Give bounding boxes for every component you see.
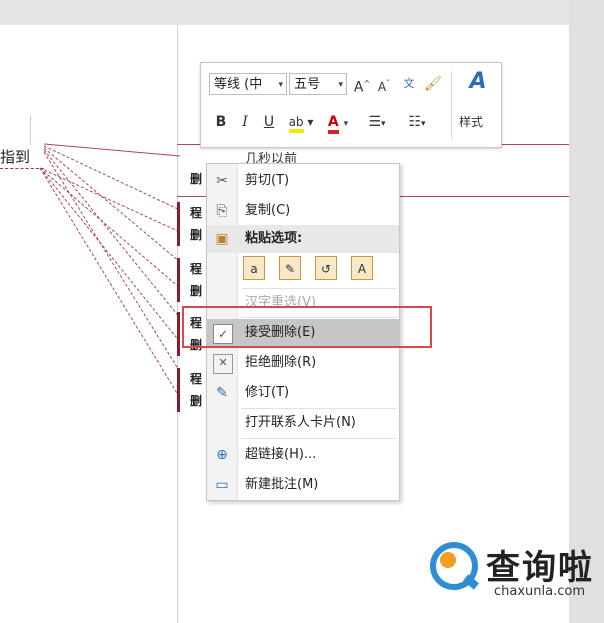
- new-comment-icon: ▭: [215, 477, 229, 493]
- logo-tail: [463, 574, 479, 590]
- paste-options-header: ▣ 粘贴选项:: [207, 225, 399, 253]
- menu-item-label: 剪切(T): [245, 173, 290, 188]
- scissors-icon: ✂: [216, 173, 228, 189]
- chevron-down-icon: ▾: [338, 80, 343, 90]
- paste-text-only-icon[interactable]: A: [351, 256, 373, 280]
- clipboard-icon: ▣: [215, 231, 229, 247]
- watermark-logo: 查询啦 chaxunla.com: [428, 538, 598, 606]
- chevron-down-icon: ▾: [278, 80, 283, 90]
- menu-item-hyperlink[interactable]: ⊕ 超链接(H)...: [207, 441, 399, 469]
- font-size-dropdown[interactable]: 五号 ▾: [289, 73, 347, 95]
- hyperlink-icon: ⊕: [216, 447, 228, 463]
- styles-label: 样式: [459, 115, 484, 129]
- menu-item-label: 拒绝删除(R): [245, 355, 317, 370]
- menu-item-reject-deletion[interactable]: ✕ 拒绝删除(R): [207, 349, 399, 377]
- font-name-dropdown[interactable]: 等线 (中 ▾: [209, 73, 287, 95]
- paste-picture-icon[interactable]: ↺: [315, 256, 337, 280]
- font-color-icon[interactable]: A ▾: [323, 111, 353, 134]
- paste-keep-source-icon[interactable]: a: [243, 256, 265, 280]
- menu-item-track-changes[interactable]: ✎ 修订(T): [207, 379, 399, 407]
- logo-dot: [440, 552, 456, 568]
- watermark-domain: chaxunla.com: [494, 584, 585, 599]
- track-changes-icon: ✎: [216, 385, 228, 401]
- highlight-annotation-box: [182, 306, 432, 348]
- menu-divider: [241, 438, 397, 439]
- menu-item-label: 粘贴选项:: [245, 231, 303, 246]
- format-painter-icon[interactable]: 🖌: [423, 73, 443, 95]
- menu-item-cut[interactable]: ✂ 剪切(T): [207, 167, 399, 195]
- reject-x-icon: ✕: [213, 354, 233, 374]
- menu-item-label: 修订(T): [245, 385, 290, 400]
- menu-item-copy[interactable]: ⎘ 复制(C): [207, 197, 399, 225]
- underline-button[interactable]: U: [259, 111, 279, 133]
- bullets-icon[interactable]: ☰▾: [361, 111, 393, 133]
- shrink-font-icon[interactable]: Aˇ: [375, 73, 393, 95]
- menu-item-label: 复制(C): [245, 203, 291, 218]
- font-size-value: 五号: [294, 77, 321, 92]
- highlight-color-icon[interactable]: ab ▾: [287, 111, 315, 133]
- grow-font-icon[interactable]: A^: [353, 73, 371, 96]
- menu-item-label: 新建批注(M): [245, 477, 319, 492]
- toolbar-divider: [451, 71, 452, 139]
- paste-merge-format-icon[interactable]: ✎: [279, 256, 301, 280]
- mini-formatting-toolbar: 等线 (中 ▾ 五号 ▾ A^ Aˇ 文 🖌 A B I U ab ▾ A ▾ …: [200, 62, 502, 148]
- styles-icon[interactable]: A: [463, 71, 493, 93]
- menu-item-label: 打开联系人卡片(N): [245, 415, 356, 430]
- balloon-deleted-label: 删: [190, 172, 203, 186]
- menu-item-open-contact-card[interactable]: 打开联系人卡片(N): [207, 409, 399, 437]
- bold-button[interactable]: B: [211, 111, 231, 133]
- numbering-icon[interactable]: ☷▾: [399, 111, 435, 133]
- font-name-value: 等线 (中: [214, 77, 263, 92]
- menu-item-new-comment[interactable]: ▭ 新建批注(M): [207, 471, 399, 499]
- menu-item-label: 超链接(H)...: [245, 447, 317, 462]
- italic-button[interactable]: I: [235, 111, 255, 133]
- watermark-name: 查询啦: [486, 548, 594, 588]
- phonetic-guide-icon[interactable]: 文: [399, 73, 419, 95]
- copy-icon: ⎘: [216, 203, 228, 219]
